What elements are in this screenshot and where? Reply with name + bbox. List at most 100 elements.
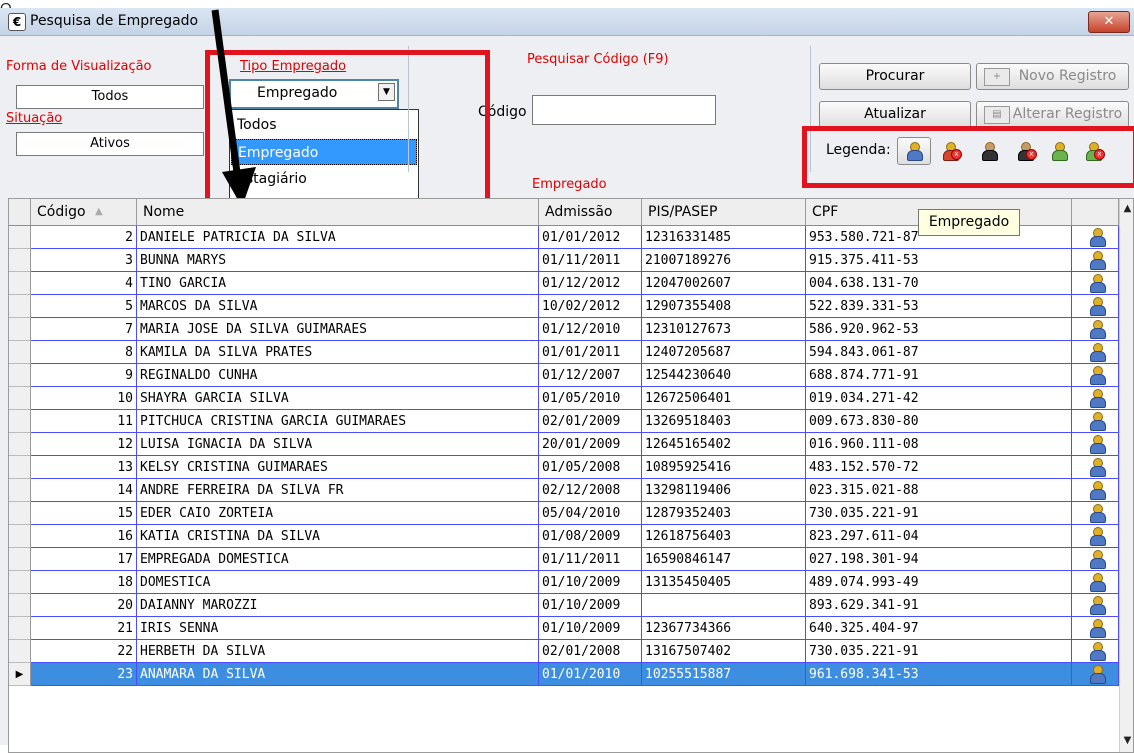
table-row[interactable]: ▶ 23 ANAMARA DA SILVA 01/01/2010 10255515887… [9, 663, 1119, 686]
cell-nome: LUISA IGNACIA DA SILVA [137, 433, 539, 456]
new-record-icon: + [984, 68, 1010, 86]
cell-cpf: 893.629.341-91 [806, 594, 1072, 617]
cell-admissao: 01/01/2010 [539, 663, 642, 686]
table-row[interactable]: 18 DOMESTICA 01/10/2009 13135450405 489.074.… [9, 571, 1119, 594]
alterar-registro-label: Alterar Registro [1012, 106, 1123, 122]
table-row[interactable]: 11 PITCHUCA CRISTINA GARCIA GUIMARAES 02/0… [9, 410, 1119, 433]
table-row[interactable]: 10 SHAYRA GARCIA SILVA 01/05/2010 126725064… [9, 387, 1119, 410]
cell-nome: TINO GARCIA [137, 272, 539, 295]
table-row[interactable]: 3 BUNNA MARYS 01/11/2011 21007189276 915.375… [9, 249, 1119, 272]
row-indicator [9, 433, 31, 456]
table-row[interactable]: 22 HERBETH DA SILVA 02/01/2008 13167507402 7… [9, 640, 1119, 663]
cell-cpf: 586.920.962-53 [806, 318, 1072, 341]
employee-type-icon [1072, 663, 1119, 686]
row-indicator [9, 272, 31, 295]
row-indicator [9, 318, 31, 341]
cell-admissao: 01/05/2010 [539, 387, 642, 410]
table-row[interactable]: 20 DAIANNY MAROZZI 01/10/2009 893.629.341-9… [9, 594, 1119, 617]
cell-pis [642, 594, 806, 617]
employee-type-icon [1072, 249, 1119, 272]
cell-pis: 10895925416 [642, 456, 806, 479]
row-indicator [9, 226, 31, 249]
table-row[interactable]: 14 ANDRE FERREIRA DA SILVA FR 02/12/2008 13… [9, 479, 1119, 502]
atualizar-button[interactable]: Atualizar [819, 101, 971, 128]
cell-cpf: 004.638.131-70 [806, 272, 1072, 295]
cell-nome: PITCHUCA CRISTINA GARCIA GUIMARAES [137, 410, 539, 433]
table-row[interactable]: 16 KATIA CRISTINA DA SILVA 01/08/2009 12618… [9, 525, 1119, 548]
cell-cpf: 594.843.061-87 [806, 341, 1072, 364]
cell-codigo: 8 [31, 341, 137, 364]
cell-nome: KAMILA DA SILVA PRATES [137, 341, 539, 364]
row-indicator [9, 295, 31, 318]
cell-pis: 12310127673 [642, 318, 806, 341]
codigo-input[interactable] [532, 95, 716, 125]
table-row[interactable]: 21 IRIS SENNA 01/10/2009 12367734366 640.325… [9, 617, 1119, 640]
atualizar-label: Atualizar [864, 106, 926, 122]
cell-pis: 12618756403 [642, 525, 806, 548]
cell-pis: 12879352403 [642, 502, 806, 525]
row-indicator [9, 410, 31, 433]
cell-nome: SHAYRA GARCIA SILVA [137, 387, 539, 410]
situacao-select[interactable]: Ativos [16, 132, 204, 156]
employee-type-icon [1072, 410, 1119, 433]
table-row[interactable]: 4 TINO GARCIA 01/12/2012 12047002607 004.638… [9, 272, 1119, 295]
cell-cpf: 019.034.271-42 [806, 387, 1072, 410]
row-indicator [9, 387, 31, 410]
table-row[interactable]: 9 REGINALDO CUNHA 01/12/2007 12544230640 688… [9, 364, 1119, 387]
table-row[interactable]: 8 KAMILA DA SILVA PRATES 01/01/2011 1240720… [9, 341, 1119, 364]
cell-codigo: 7 [31, 318, 137, 341]
row-indicator [9, 640, 31, 663]
cell-admissao: 01/10/2009 [539, 617, 642, 640]
table-row[interactable]: 15 EDER CAIO ZORTEIA 05/04/2010 12879352403… [9, 502, 1119, 525]
vertical-scrollbar[interactable]: ▲ ▼ [1119, 199, 1133, 752]
cell-pis: 13269518403 [642, 410, 806, 433]
procurar-button[interactable]: Procurar [819, 63, 971, 90]
cell-admissao: 01/11/2011 [539, 548, 642, 571]
employee-type-icon [1072, 295, 1119, 318]
cell-admissao: 01/05/2008 [539, 456, 642, 479]
cell-nome: HERBETH DA SILVA [137, 640, 539, 663]
cell-cpf: 489.074.993-49 [806, 571, 1072, 594]
cell-pis: 10255515887 [642, 663, 806, 686]
table-row[interactable]: 12 LUISA IGNACIA DA SILVA 20/01/2009 126451… [9, 433, 1119, 456]
row-indicator [9, 571, 31, 594]
cell-admissao: 01/01/2012 [539, 226, 642, 249]
cell-nome: EMPREGADA DOMESTICA [137, 548, 539, 571]
alterar-registro-button[interactable]: ▤ Alterar Registro [976, 101, 1129, 128]
scroll-up-icon[interactable]: ▲ [1120, 201, 1133, 217]
cell-nome: IRIS SENNA [137, 617, 539, 640]
cell-admissao: 01/10/2009 [539, 594, 642, 617]
employee-type-icon [1072, 364, 1119, 387]
column-nome[interactable]: Nome [137, 199, 539, 225]
column-codigo[interactable]: Código ▲ [31, 199, 137, 225]
grid-caption: Empregado [532, 177, 607, 192]
column-admissao[interactable]: Admissão [539, 199, 642, 225]
table-row[interactable]: 13 KELSY CRISTINA GUIMARAES 01/05/2008 1089… [9, 456, 1119, 479]
employee-type-icon [1072, 525, 1119, 548]
cell-codigo: 18 [31, 571, 137, 594]
cell-admissao: 01/11/2011 [539, 249, 642, 272]
cell-pis: 12645165402 [642, 433, 806, 456]
table-row[interactable]: 5 MARCOS DA SILVA 10/02/2012 12907355408 522… [9, 295, 1119, 318]
table-row[interactable]: 7 MARIA JOSE DA SILVA GUIMARAES 01/12/2010… [9, 318, 1119, 341]
cell-cpf: 730.035.221-91 [806, 640, 1072, 663]
cell-admissao: 01/12/2010 [539, 318, 642, 341]
forma-visualizacao-select[interactable]: Todos [16, 85, 204, 109]
header-indicator [9, 199, 31, 225]
highlight-box-legenda [802, 126, 1134, 188]
row-indicator [9, 341, 31, 364]
cell-codigo: 3 [31, 249, 137, 272]
novo-registro-button[interactable]: + Novo Registro [976, 63, 1129, 90]
employee-type-icon [1072, 640, 1119, 663]
close-button[interactable]: ✕ [1088, 11, 1130, 33]
cell-cpf: 823.297.611-04 [806, 525, 1072, 548]
employee-type-icon [1072, 571, 1119, 594]
cell-codigo: 12 [31, 433, 137, 456]
column-pis[interactable]: PIS/PASEP [642, 199, 806, 225]
cell-pis: 12907355408 [642, 295, 806, 318]
cell-cpf: 640.325.404-97 [806, 617, 1072, 640]
table-row[interactable]: 17 EMPREGADA DOMESTICA 01/11/2011 165908461… [9, 548, 1119, 571]
cell-codigo: 17 [31, 548, 137, 571]
employee-type-icon [1072, 479, 1119, 502]
scroll-down-icon[interactable]: ▼ [1120, 733, 1133, 749]
